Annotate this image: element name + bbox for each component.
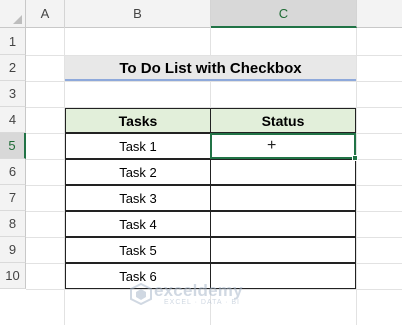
column-header-b[interactable]: B — [65, 0, 211, 28]
sheet-title[interactable]: To Do List with Checkbox — [65, 56, 356, 81]
row-header-4[interactable]: 4 — [0, 107, 26, 133]
row-header-2[interactable]: 2 — [0, 55, 26, 81]
task-cell[interactable]: Task 2 — [65, 159, 211, 185]
gridline — [356, 28, 357, 325]
spreadsheet: A B C 1 2 3 4 5 6 7 8 9 10 To Do List wi… — [0, 0, 402, 325]
watermark-tagline: EXCEL · DATA · BI — [164, 299, 240, 306]
status-cell[interactable] — [210, 159, 356, 185]
task-cell[interactable]: Task 1 — [65, 133, 211, 159]
active-cell-selection[interactable] — [210, 133, 358, 161]
watermark-logo-icon — [130, 283, 152, 305]
row-header-10[interactable]: 10 — [0, 263, 26, 289]
row-header-5[interactable]: 5 — [0, 133, 26, 159]
select-all-corner[interactable] — [0, 0, 26, 28]
task-cell[interactable]: Task 3 — [65, 185, 211, 211]
column-header-row: A B C — [0, 0, 402, 28]
task-cell[interactable]: Task 4 — [65, 211, 211, 237]
table-header-status[interactable]: Status — [210, 108, 356, 133]
row-header-1[interactable]: 1 — [0, 28, 26, 55]
task-cell[interactable]: Task 5 — [65, 237, 211, 263]
row-header-3[interactable]: 3 — [0, 81, 26, 107]
row-header-6[interactable]: 6 — [0, 159, 26, 185]
fill-handle[interactable] — [352, 155, 358, 161]
column-header-a[interactable]: A — [26, 0, 65, 28]
table-header-tasks[interactable]: Tasks — [65, 108, 211, 133]
watermark-logo: exceldemy EXCEL · DATA · BI — [130, 281, 280, 307]
row-header-8[interactable]: 8 — [0, 211, 26, 237]
row-header-7[interactable]: 7 — [0, 185, 26, 211]
status-cell[interactable] — [210, 211, 356, 237]
gridline — [26, 81, 402, 82]
row-header-9[interactable]: 9 — [0, 237, 26, 263]
status-cell[interactable] — [210, 237, 356, 263]
column-header-c[interactable]: C — [211, 0, 357, 28]
watermark-name: exceldemy — [154, 281, 243, 300]
select-all-icon — [13, 15, 22, 24]
crosshair-cursor-icon: + — [267, 137, 277, 154]
status-cell[interactable] — [210, 185, 356, 211]
